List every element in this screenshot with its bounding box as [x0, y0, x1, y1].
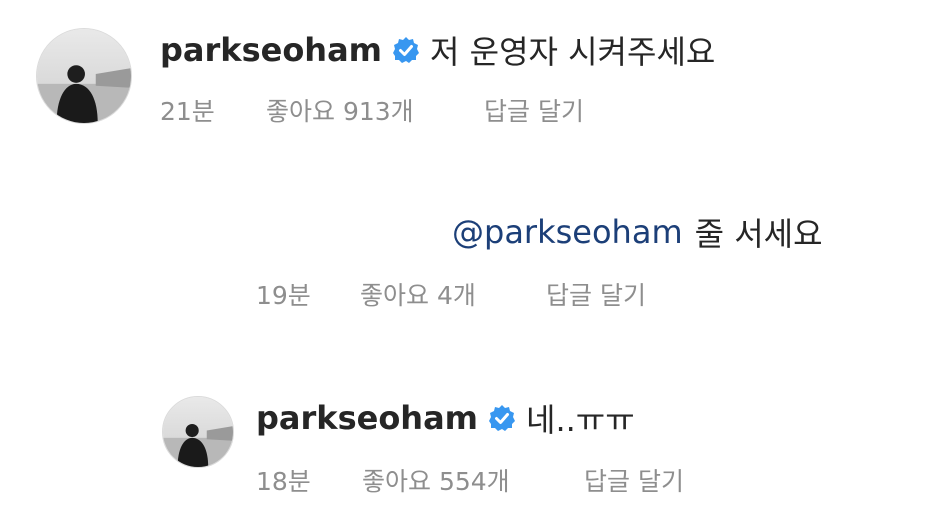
avatar[interactable] [162, 396, 234, 468]
reply-button[interactable]: 답글 달기 [546, 276, 646, 312]
comment-time: 19분 [256, 281, 311, 310]
comment-line: parkseoham 저 운영자 시켜주세요 [160, 28, 715, 72]
comment-meta: 21분 좋아요 913개 답글 달기 [160, 92, 584, 128]
reply-button[interactable]: 답글 달기 [484, 92, 584, 128]
comment-text: 저 운영자 시켜주세요 [430, 33, 716, 71]
comment-meta: 18분 좋아요 554개 답글 달기 [256, 462, 684, 498]
comment-line: @parkseoham 줄 서세요 [452, 210, 823, 254]
mention-link[interactable]: @parkseoham [452, 213, 683, 251]
comment-text: 네..ㅠㅠ [526, 401, 635, 439]
comment-username[interactable]: parkseoham [256, 399, 478, 437]
profile-photo-icon [163, 397, 233, 467]
comment-line: parkseoham 네..ㅠㅠ [256, 396, 635, 440]
comment-time: 18분 [256, 467, 311, 496]
verified-badge-icon [392, 36, 420, 64]
comment-likes[interactable]: 좋아요 4개 [360, 276, 546, 312]
comment-time: 21분 [160, 97, 215, 126]
comment-meta: 19분 좋아요 4개 답글 달기 [256, 276, 646, 312]
reply-button[interactable]: 답글 달기 [584, 462, 684, 498]
comment-likes[interactable]: 좋아요 554개 [362, 462, 584, 498]
profile-photo-icon [37, 29, 131, 123]
comment-username[interactable]: parkseoham [160, 31, 382, 69]
comment-likes[interactable]: 좋아요 913개 [266, 92, 484, 128]
verified-badge-icon [488, 404, 516, 432]
avatar[interactable] [36, 28, 132, 124]
comment-text: 줄 서세요 [694, 215, 823, 253]
